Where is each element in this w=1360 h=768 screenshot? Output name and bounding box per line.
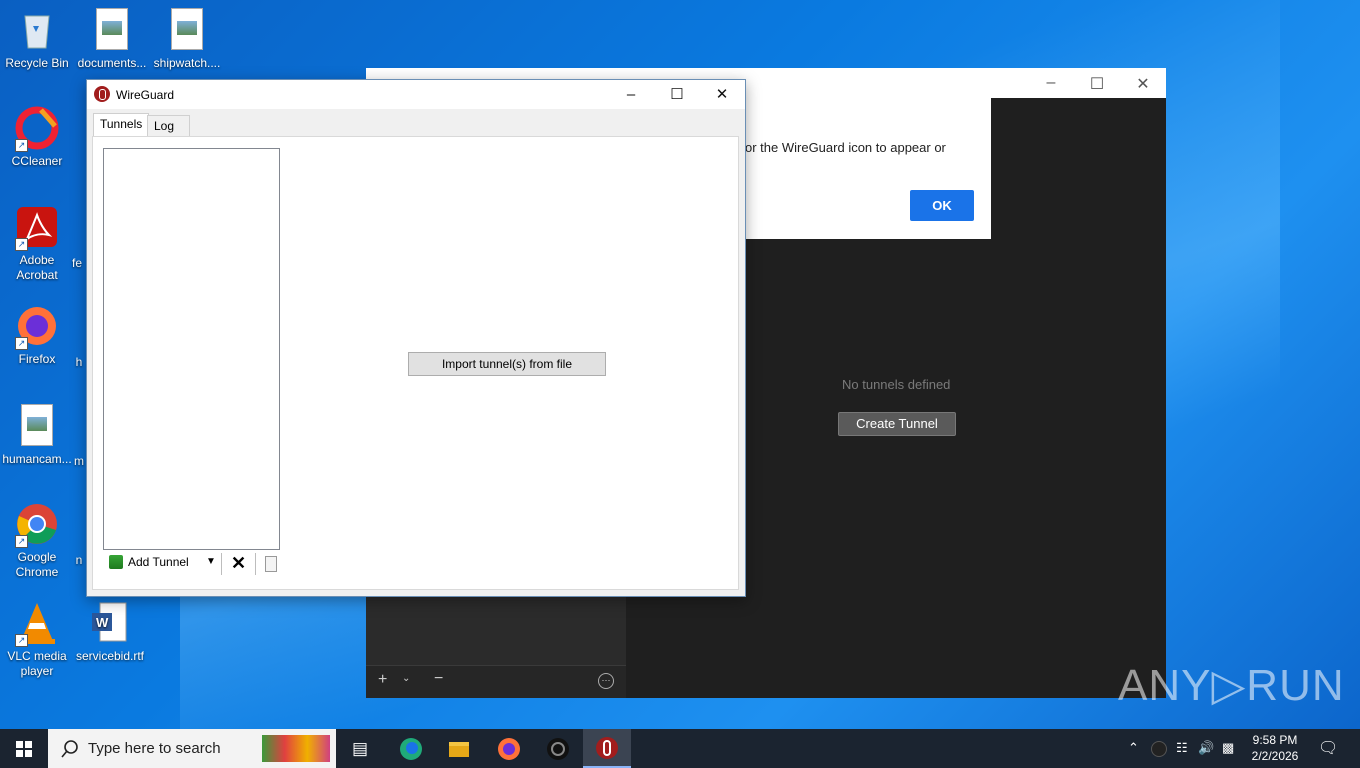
image-file-icon bbox=[165, 8, 209, 52]
desktop-icon-firefox[interactable]: ↗ Firefox bbox=[1, 304, 73, 367]
search-icon bbox=[61, 740, 78, 758]
edge-icon[interactable] bbox=[387, 729, 435, 768]
toolbar-separator bbox=[221, 553, 222, 575]
maximize-icon[interactable]: ☐ bbox=[1082, 74, 1112, 94]
add-tunnel-button[interactable]: Add Tunnel bbox=[109, 555, 189, 569]
tab-log[interactable]: Log bbox=[147, 115, 190, 137]
desktop-icon-label: documents... bbox=[77, 56, 147, 70]
ccleaner-icon: ↗ bbox=[15, 106, 59, 152]
add-tunnel-icon bbox=[109, 555, 123, 569]
chevron-down-icon[interactable]: ⌄ bbox=[402, 673, 410, 684]
notifications-icon[interactable]: 🗨 bbox=[1318, 738, 1338, 758]
taskbar-clock[interactable]: 9:58 PM 2/2/2026 bbox=[1244, 732, 1306, 764]
shortcut-arrow-icon: ↗ bbox=[15, 535, 28, 548]
desktop-icon-recycle-bin[interactable]: Recycle Bin bbox=[1, 8, 73, 71]
message-dialog: or the WireGuard icon to appear or OK bbox=[745, 98, 991, 239]
import-tunnel-button[interactable]: Import tunnel(s) from file bbox=[408, 352, 606, 376]
desktop-icon-vlc[interactable]: ↗ VLC media player bbox=[1, 601, 73, 679]
wireguard-logo-icon bbox=[94, 86, 110, 102]
tray-app-icon[interactable] bbox=[1151, 741, 1167, 757]
tab-tunnels[interactable]: Tunnels bbox=[93, 113, 150, 137]
anyrun-watermark: ANY▷RUN bbox=[1118, 661, 1345, 710]
ok-button[interactable]: OK bbox=[910, 190, 974, 221]
tunnels-panel: Import tunnel(s) from file Add Tunnel ▼ … bbox=[92, 136, 739, 590]
desktop-icon-humancam[interactable]: humancam... bbox=[1, 404, 73, 467]
chevron-down-icon[interactable]: ▼ bbox=[206, 556, 216, 567]
image-file-icon bbox=[90, 8, 134, 52]
network-icon[interactable]: ▩ bbox=[1222, 740, 1234, 756]
search-placeholder: Type here to search bbox=[88, 740, 221, 757]
firefox-icon: ↗ bbox=[15, 304, 59, 350]
minimize-icon[interactable]: – bbox=[1036, 74, 1066, 92]
clock-time: 9:58 PM bbox=[1252, 733, 1298, 747]
delete-tunnel-icon[interactable]: ✕ bbox=[231, 553, 246, 574]
desktop-icon-ccleaner[interactable]: ↗ CCleaner bbox=[1, 106, 73, 169]
desktop-icon-partial: m bbox=[74, 454, 84, 468]
desktop-icon-servicebid[interactable]: W servicebid.rtf bbox=[74, 601, 146, 664]
more-options-icon[interactable]: ⋯ bbox=[598, 673, 614, 689]
taskbar-search-box[interactable]: Type here to search bbox=[48, 729, 336, 768]
task-view-icon[interactable]: ▤ bbox=[336, 729, 384, 768]
tunnel-list-toolbar: + ⌄ − ⋯ bbox=[366, 665, 626, 698]
tunnel-list[interactable] bbox=[103, 148, 280, 550]
desktop-icon-label: shipwatch.... bbox=[153, 56, 221, 70]
start-button[interactable] bbox=[0, 729, 48, 768]
tunnel-toolbar: Add Tunnel ▼ ✕ bbox=[105, 553, 285, 575]
word-document-icon: W bbox=[88, 601, 132, 645]
vlc-icon: ↗ bbox=[15, 601, 59, 647]
desktop-icon-label: Firefox bbox=[18, 352, 56, 366]
remove-icon[interactable]: − bbox=[434, 670, 443, 688]
chevron-up-icon[interactable]: ⌃ bbox=[1128, 740, 1139, 756]
desktop-icon-label: Adobe Acrobat bbox=[16, 253, 58, 282]
desktop-icon-documents[interactable]: documents... bbox=[76, 8, 148, 71]
image-file-icon bbox=[15, 404, 59, 448]
desktop-icon-chrome[interactable]: ↗ Google Chrome bbox=[1, 502, 73, 580]
desktop-icon-label: Recycle Bin bbox=[5, 56, 69, 70]
desktop-icon-partial: fe bbox=[71, 256, 82, 270]
shortcut-arrow-icon: ↗ bbox=[15, 634, 28, 647]
shortcut-arrow-icon: ↗ bbox=[15, 139, 28, 152]
adobe-acrobat-icon: ↗ bbox=[15, 205, 59, 251]
desktop-icon-adobe-acrobat[interactable]: ↗ Adobe Acrobat bbox=[1, 205, 73, 283]
wireguard-active-taskbar-icon[interactable] bbox=[583, 729, 631, 768]
desktop-icon-label: VLC media player bbox=[7, 649, 67, 678]
shortcut-arrow-icon: ↗ bbox=[15, 238, 28, 251]
shortcut-arrow-icon: ↗ bbox=[15, 337, 28, 350]
export-zip-icon[interactable] bbox=[265, 556, 277, 572]
desktop-icon-label: servicebid.rtf bbox=[75, 649, 145, 663]
firefox-taskbar-icon[interactable] bbox=[485, 729, 533, 768]
window-title: WireGuard bbox=[116, 88, 175, 102]
minimize-icon[interactable]: – bbox=[608, 83, 654, 107]
maximize-icon[interactable]: ☐ bbox=[654, 83, 700, 107]
taskbar: Type here to search ▤ ⌃ ☷ 🔊 ▩ 9:58 PM 2/… bbox=[0, 729, 1360, 768]
create-tunnel-button[interactable]: Create Tunnel bbox=[838, 412, 956, 436]
desktop-icon-label: CCleaner bbox=[11, 154, 63, 168]
dialog-message: or the WireGuard icon to appear or bbox=[745, 140, 946, 155]
chrome-icon: ↗ bbox=[15, 502, 59, 548]
svg-text:W: W bbox=[96, 615, 109, 630]
window-titlebar[interactable]: WireGuard – ☐ ✕ bbox=[87, 80, 745, 109]
windows-icon bbox=[16, 741, 32, 757]
network-adapter-icon[interactable]: ☷ bbox=[1176, 740, 1188, 756]
desktop-icon-label: Google Chrome bbox=[15, 550, 59, 579]
search-highlight-image bbox=[262, 735, 330, 762]
clock-date: 2/2/2026 bbox=[1251, 749, 1299, 763]
desktop-icon-shipwatch[interactable]: shipwatch.... bbox=[151, 8, 223, 71]
desktop-icon-partial: n bbox=[75, 553, 83, 567]
empty-state-text: No tunnels defined bbox=[842, 377, 951, 392]
file-explorer-icon[interactable] bbox=[435, 729, 483, 768]
add-tunnel-label: Add Tunnel bbox=[128, 555, 189, 569]
toolbar-separator bbox=[255, 553, 256, 575]
desktop-icon-label: humancam... bbox=[2, 452, 72, 466]
close-icon[interactable]: ✕ bbox=[1128, 74, 1158, 94]
recycle-bin-icon bbox=[15, 8, 59, 52]
wireguard-taskbar-icon[interactable] bbox=[534, 729, 582, 768]
volume-icon[interactable]: 🔊 bbox=[1198, 740, 1214, 756]
close-icon[interactable]: ✕ bbox=[699, 83, 745, 107]
desktop-icon-partial: h bbox=[75, 355, 83, 369]
add-icon[interactable]: + bbox=[378, 671, 387, 689]
wireguard-window[interactable]: WireGuard – ☐ ✕ Tunnels Log Import tunne… bbox=[86, 79, 746, 597]
